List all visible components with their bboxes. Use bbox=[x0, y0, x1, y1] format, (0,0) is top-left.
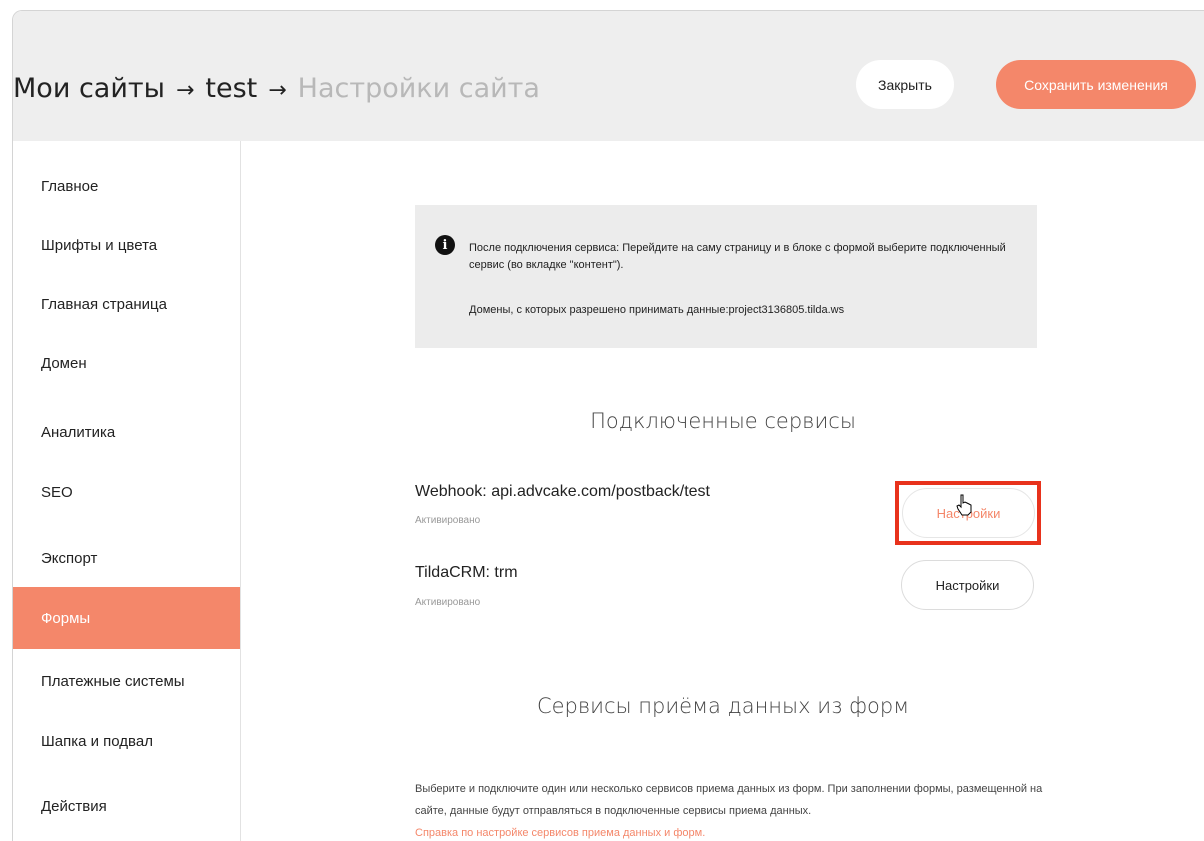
sidebar-item-actions[interactable]: Действия bbox=[13, 775, 240, 837]
description-text: Выберите и подключите один или несколько… bbox=[415, 783, 1043, 817]
info-icon: i bbox=[435, 235, 455, 255]
settings-window: Мои сайты → test → Настройки сайта Закрыть С… bbox=[12, 10, 1204, 841]
breadcrumb-site[interactable]: test bbox=[205, 73, 257, 104]
service-status-webhook: Активировано bbox=[415, 515, 481, 526]
form-services-description: Выберите и подключите один или несколько… bbox=[415, 778, 1055, 841]
forms-settings-content: i После подключения сервиса: Перейдите н… bbox=[241, 141, 1204, 841]
breadcrumb-arrow-icon: → bbox=[268, 78, 287, 103]
tildacrm-settings-button[interactable]: Настройки bbox=[901, 560, 1034, 610]
info-text: После подключения сервиса: Перейдите на … bbox=[469, 242, 1006, 271]
sidebar-item-seo[interactable]: SEO bbox=[13, 461, 240, 523]
service-name-tildacrm: TildaCRM: trm bbox=[415, 564, 518, 581]
save-changes-button[interactable]: Сохранить изменения bbox=[996, 60, 1196, 109]
form-services-title: Сервисы приёма данных из форм bbox=[536, 694, 910, 718]
breadcrumb-my-sites[interactable]: Мои сайты bbox=[13, 73, 165, 104]
sidebar-item-analytics[interactable]: Аналитика bbox=[13, 401, 240, 463]
help-link[interactable]: Справка по настройке сервисов приема дан… bbox=[415, 822, 1055, 841]
sidebar-item-payment-systems[interactable]: Платежные системы bbox=[13, 650, 240, 712]
sidebar-item-home-page[interactable]: Главная страница bbox=[13, 273, 240, 335]
breadcrumb-arrow-icon: → bbox=[175, 78, 195, 103]
header: Мои сайты → test → Настройки сайта Закрыть С… bbox=[13, 11, 1204, 141]
sidebar-item-domain[interactable]: Домен bbox=[13, 332, 240, 394]
connected-services-title: Подключенные сервисы bbox=[590, 409, 856, 433]
close-button[interactable]: Закрыть bbox=[856, 60, 954, 109]
sidebar-item-header-footer[interactable]: Шапка и подвал bbox=[13, 710, 240, 772]
info-notice: i После подключения сервиса: Перейдите н… bbox=[415, 205, 1037, 348]
breadcrumb-current: Настройки сайта bbox=[297, 73, 540, 104]
allowed-domains-text: Домены, с которых разрешено принимать да… bbox=[469, 304, 845, 316]
sidebar-item-main[interactable]: Главное bbox=[13, 155, 240, 217]
sidebar: Главное Шрифты и цвета Главная страница … bbox=[13, 141, 241, 841]
service-name-webhook: Webhook: api.advcake.com/postback/test bbox=[415, 483, 710, 500]
sidebar-item-export[interactable]: Экспорт bbox=[13, 527, 240, 589]
sidebar-item-fonts-colors[interactable]: Шрифты и цвета bbox=[13, 214, 240, 276]
hand-cursor-icon bbox=[956, 494, 972, 516]
sidebar-item-forms[interactable]: Формы bbox=[13, 587, 240, 649]
service-status-tildacrm: Активировано bbox=[415, 597, 481, 608]
breadcrumb: Мои сайты → test → Настройки сайта bbox=[13, 73, 540, 104]
